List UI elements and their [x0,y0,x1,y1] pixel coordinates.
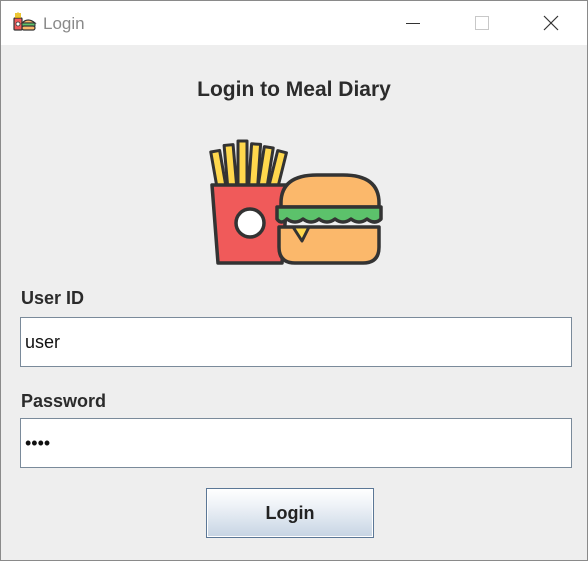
title-bar[interactable]: Login [1,1,587,45]
burger-lettuce [275,205,383,224]
user-id-input[interactable] [20,317,572,367]
burger-top-bun [279,173,381,209]
page-title: Login to Meal Diary [197,78,391,101]
close-icon [543,15,559,31]
password-input[interactable] [20,418,572,468]
maximize-button[interactable] [459,1,505,45]
carton-logo [234,207,266,239]
fries-burger-icon [13,12,37,31]
user-id-label: User ID [21,288,85,308]
close-button[interactable] [528,1,574,45]
fries-burger-logo [209,139,383,265]
minimize-button[interactable] [390,1,436,45]
login-button[interactable]: Login [206,488,374,538]
maximize-icon [475,16,489,30]
burger-bottom-bun [277,225,381,265]
login-window: Login Login to Meal Diary User ID user P… [0,0,588,561]
minimize-icon [406,23,420,24]
password-label: Password [21,391,107,411]
fries-sticks [209,139,288,192]
window-title: Login [43,14,85,33]
